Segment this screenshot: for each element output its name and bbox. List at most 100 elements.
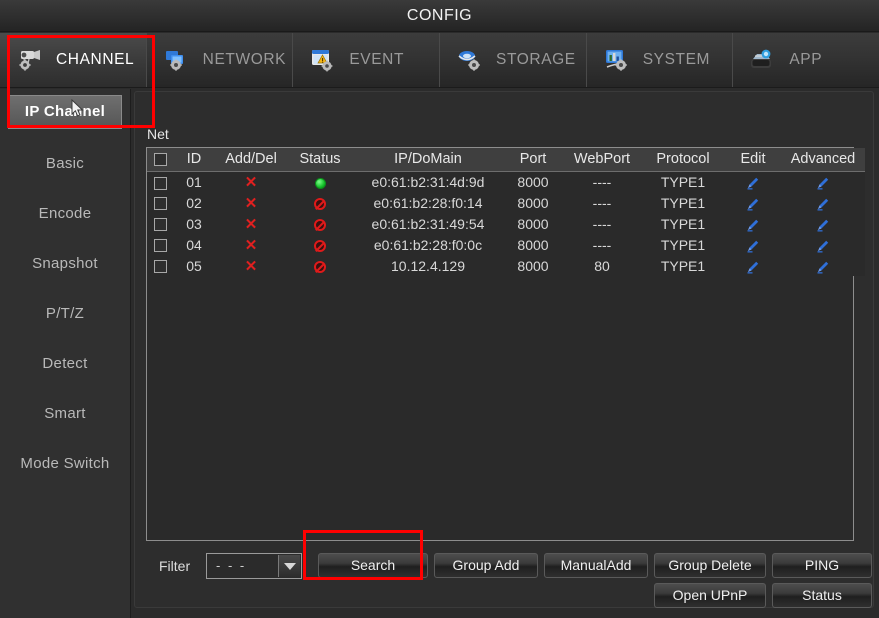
- pencil-icon: [746, 239, 760, 253]
- delete-x-icon[interactable]: ✕: [245, 216, 258, 233]
- table-row[interactable]: 04✕e0:61:b2:28:f0:0c8000----TYPE1: [147, 234, 865, 255]
- row-ip-domain: e0:61:b2:28:f0:0c: [353, 234, 503, 255]
- pencil-icon: [746, 197, 760, 211]
- manual-add-button[interactable]: ManualAdd: [544, 553, 648, 578]
- ping-button[interactable]: PING: [772, 553, 872, 578]
- row-id: 02: [173, 192, 215, 213]
- row-status: [287, 171, 353, 192]
- row-advanced[interactable]: [781, 234, 865, 255]
- header-protocol: Protocol: [641, 148, 725, 171]
- table-empty-area: [147, 288, 853, 540]
- row-checkbox-cell[interactable]: [147, 192, 173, 213]
- chevron-down-icon[interactable]: [278, 555, 300, 577]
- row-checkbox[interactable]: [154, 260, 167, 273]
- sidebar-item-detect[interactable]: Detect: [0, 339, 130, 389]
- row-port: 8000: [503, 192, 563, 213]
- table-row[interactable]: 01✕e0:61:b2:31:4d:9d8000----TYPE1: [147, 171, 865, 192]
- select-all-checkbox[interactable]: [154, 153, 167, 166]
- table-row[interactable]: 03✕e0:61:b2:31:49:548000----TYPE1: [147, 213, 865, 234]
- row-edit[interactable]: [725, 192, 781, 213]
- tab-network[interactable]: NETWORK: [147, 33, 294, 87]
- pencil-icon: [746, 260, 760, 274]
- network-gear-icon: [163, 46, 193, 74]
- sidebar-item-smart[interactable]: Smart: [0, 389, 130, 439]
- row-edit[interactable]: [725, 234, 781, 255]
- title-bar: CONFIG: [0, 0, 879, 32]
- disk-gear-icon: [456, 46, 486, 74]
- group-add-button[interactable]: Group Add: [434, 553, 538, 578]
- status-button[interactable]: Status: [772, 583, 872, 608]
- open-upnp-button[interactable]: Open UPnP: [654, 583, 766, 608]
- row-id: 03: [173, 213, 215, 234]
- delete-x-icon[interactable]: ✕: [245, 237, 258, 254]
- tab-network-label: NETWORK: [203, 51, 286, 69]
- row-port: 8000: [503, 234, 563, 255]
- tab-app[interactable]: APP: [733, 33, 879, 87]
- tab-system-label: SYSTEM: [643, 51, 710, 69]
- tab-event[interactable]: EVENT: [293, 33, 440, 87]
- filter-value: - - -: [216, 558, 246, 573]
- row-port: 8000: [503, 213, 563, 234]
- table-row[interactable]: 05✕10.12.4.129800080TYPE1: [147, 255, 865, 276]
- row-add-del[interactable]: ✕: [215, 192, 287, 213]
- row-edit[interactable]: [725, 255, 781, 276]
- delete-x-icon[interactable]: ✕: [245, 258, 258, 275]
- tab-storage[interactable]: STORAGE: [440, 33, 587, 87]
- header-port: Port: [503, 148, 563, 171]
- row-checkbox[interactable]: [154, 197, 167, 210]
- row-checkbox[interactable]: [154, 239, 167, 252]
- row-port: 8000: [503, 255, 563, 276]
- row-checkbox[interactable]: [154, 218, 167, 231]
- filter-select[interactable]: - - -: [206, 553, 302, 579]
- row-checkbox-cell[interactable]: [147, 234, 173, 255]
- row-advanced[interactable]: [781, 255, 865, 276]
- row-ip-domain: 10.12.4.129: [353, 255, 503, 276]
- delete-x-icon[interactable]: ✕: [245, 195, 258, 212]
- row-checkbox-cell[interactable]: [147, 255, 173, 276]
- row-checkbox[interactable]: [154, 177, 167, 190]
- row-add-del[interactable]: ✕: [215, 234, 287, 255]
- header-webport: WebPort: [563, 148, 641, 171]
- row-webport: ----: [563, 192, 641, 213]
- row-port: 8000: [503, 171, 563, 192]
- delete-x-icon[interactable]: ✕: [245, 174, 258, 191]
- tab-system[interactable]: SYSTEM: [587, 33, 734, 87]
- sidebar-item-mode-switch[interactable]: Mode Switch: [0, 439, 130, 489]
- row-advanced[interactable]: [781, 171, 865, 192]
- table-row[interactable]: 02✕e0:61:b2:28:f0:148000----TYPE1: [147, 192, 865, 213]
- row-edit[interactable]: [725, 171, 781, 192]
- row-checkbox-cell[interactable]: [147, 171, 173, 192]
- header-add-del: Add/Del: [215, 148, 287, 171]
- table-toolbar: Filter - - - Search Group Add ManualAdd …: [146, 550, 858, 606]
- row-edit[interactable]: [725, 213, 781, 234]
- header-select-all[interactable]: [147, 148, 173, 171]
- sidebar-item-encode[interactable]: Encode: [0, 189, 130, 239]
- row-checkbox-cell[interactable]: [147, 213, 173, 234]
- sidebar-item-ptz[interactable]: P/T/Z: [0, 289, 130, 339]
- tab-channel[interactable]: CHANNEL: [0, 33, 147, 87]
- sidebar-item-snapshot[interactable]: Snapshot: [0, 239, 130, 289]
- row-advanced[interactable]: [781, 192, 865, 213]
- search-button[interactable]: Search: [318, 553, 428, 578]
- status-offline-icon: [314, 261, 326, 273]
- pencil-icon: [816, 239, 830, 253]
- row-webport: ----: [563, 171, 641, 192]
- row-add-del[interactable]: ✕: [215, 171, 287, 192]
- table-header-row: ID Add/Del Status IP/DoMain Port WebPort…: [147, 148, 865, 171]
- filter-label: Filter: [159, 558, 190, 574]
- sidebar-item-basic[interactable]: Basic: [0, 139, 130, 189]
- row-webport: ----: [563, 234, 641, 255]
- ip-channel-table-container: ID Add/Del Status IP/DoMain Port WebPort…: [146, 147, 854, 541]
- group-delete-button[interactable]: Group Delete: [654, 553, 766, 578]
- status-online-icon: [315, 178, 326, 189]
- top-navigation: CHANNEL NETWORK: [0, 33, 879, 88]
- row-add-del[interactable]: ✕: [215, 213, 287, 234]
- row-protocol: TYPE1: [641, 234, 725, 255]
- row-advanced[interactable]: [781, 213, 865, 234]
- status-offline-icon: [314, 240, 326, 252]
- row-id: 01: [173, 171, 215, 192]
- pencil-icon: [746, 218, 760, 232]
- sidebar-item-ip-channel[interactable]: IP Channel: [8, 95, 122, 129]
- row-add-del[interactable]: ✕: [215, 255, 287, 276]
- ip-channel-table: ID Add/Del Status IP/DoMain Port WebPort…: [147, 148, 865, 276]
